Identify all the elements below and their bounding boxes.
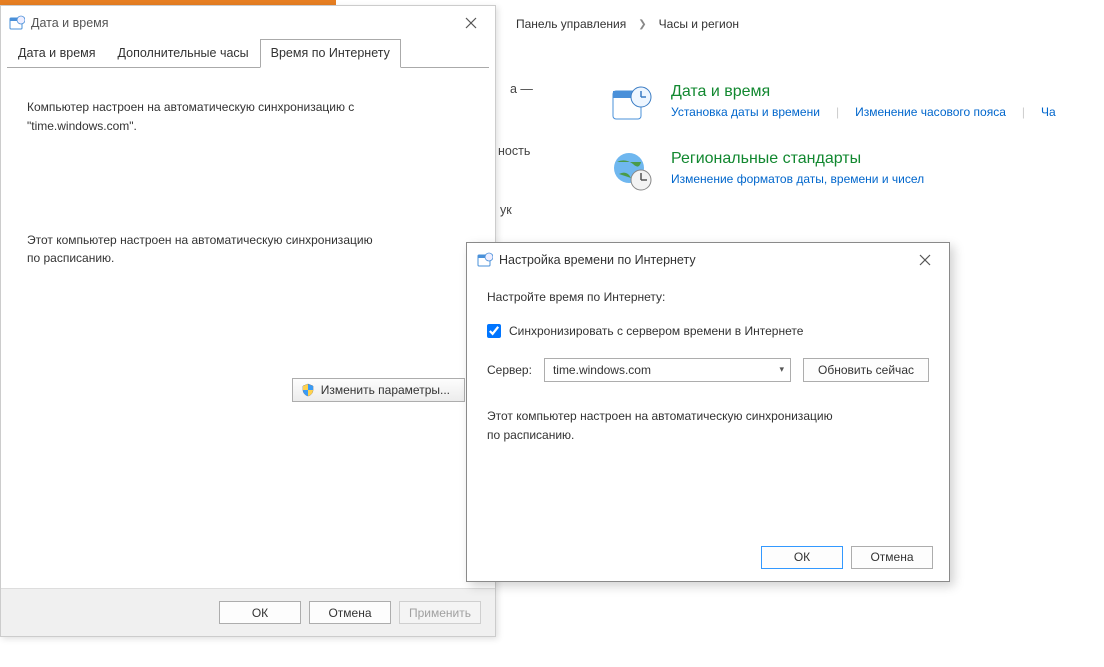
cp-set-datetime-link[interactable]: Установка даты и времени bbox=[671, 105, 820, 119]
tab-datetime[interactable]: Дата и время bbox=[7, 39, 107, 68]
calendar-icon bbox=[477, 252, 493, 268]
tab-row: Дата и время Дополнительные часы Время п… bbox=[1, 39, 495, 68]
cp-truncated-link[interactable]: Ча bbox=[1041, 105, 1056, 119]
titlebar[interactable]: Дата и время bbox=[1, 6, 495, 39]
sync-info-text: Компьютер настроен на автоматическую син… bbox=[27, 98, 469, 136]
change-settings-button[interactable]: Изменить параметры... bbox=[292, 378, 465, 402]
schedule-info-text: Этот компьютер настроен на автоматическу… bbox=[27, 231, 469, 269]
update-now-button[interactable]: Обновить сейчас bbox=[803, 358, 929, 382]
dialog-footer: ОК Отмена Применить bbox=[1, 588, 495, 636]
titlebar[interactable]: Настройка времени по Интернету bbox=[467, 243, 949, 276]
chevron-down-icon: ▾ bbox=[779, 363, 784, 377]
cp-region-formats-link[interactable]: Изменение форматов даты, времени и чисел bbox=[671, 172, 924, 186]
breadcrumb[interactable]: Панель управления ❯ Часы и регион bbox=[496, 0, 1104, 48]
breadcrumb-current[interactable]: Часы и регион bbox=[659, 17, 739, 31]
cancel-button[interactable]: Отмена bbox=[851, 546, 933, 569]
tab-panel-internet-time: Компьютер настроен на автоматическую син… bbox=[7, 67, 489, 594]
shield-icon bbox=[301, 383, 315, 397]
cancel-button[interactable]: Отмена bbox=[309, 601, 391, 624]
close-button[interactable] bbox=[449, 9, 493, 37]
server-combobox[interactable]: time.windows.com ▾ bbox=[544, 358, 791, 382]
cp-datetime-item: Дата и время Установка даты и времени | … bbox=[611, 83, 1104, 125]
breadcrumb-parent[interactable]: Панель управления bbox=[516, 17, 626, 31]
server-value: time.windows.com bbox=[553, 361, 651, 379]
sync-checkbox[interactable] bbox=[487, 324, 501, 338]
sync-checkbox-label: Синхронизировать с сервером времени в Ин… bbox=[509, 322, 803, 340]
datetime-dialog: Дата и время Дата и время Дополнительные… bbox=[0, 5, 496, 637]
peek-text: а — bbox=[510, 82, 533, 96]
close-button[interactable] bbox=[903, 246, 947, 274]
cp-change-tz-link[interactable]: Изменение часового пояса bbox=[855, 105, 1006, 119]
tab-additional-clocks[interactable]: Дополнительные часы bbox=[107, 39, 260, 68]
peek-text: ность bbox=[498, 144, 530, 158]
dialog-footer: ОК Отмена bbox=[467, 533, 949, 581]
cp-datetime-link[interactable]: Дата и время bbox=[671, 83, 1056, 101]
chevron-right-icon: ❯ bbox=[638, 19, 646, 30]
dialog-title: Дата и время bbox=[31, 16, 443, 30]
dialog-title: Настройка времени по Интернету bbox=[499, 253, 897, 267]
server-label: Сервер: bbox=[487, 361, 532, 379]
change-settings-label: Изменить параметры... bbox=[321, 383, 450, 397]
tab-internet-time[interactable]: Время по Интернету bbox=[260, 39, 401, 68]
close-icon bbox=[465, 17, 477, 29]
peek-text: ук bbox=[500, 203, 512, 217]
cp-region-item: Региональные стандарты Изменение формато… bbox=[611, 150, 1104, 192]
apply-button: Применить bbox=[399, 601, 481, 624]
calendar-clock-icon bbox=[611, 83, 653, 125]
internet-time-settings-dialog: Настройка времени по Интернету Настройте… bbox=[466, 242, 950, 582]
calendar-icon bbox=[9, 15, 25, 31]
cp-region-link[interactable]: Региональные стандарты bbox=[671, 150, 924, 168]
ok-button[interactable]: ОК bbox=[761, 546, 843, 569]
ok-button[interactable]: ОК bbox=[219, 601, 301, 624]
globe-clock-icon bbox=[611, 150, 653, 192]
close-icon bbox=[919, 254, 931, 266]
divider: | bbox=[836, 105, 839, 119]
schedule-info-text: Этот компьютер настроен на автоматическу… bbox=[487, 407, 929, 445]
divider: | bbox=[1022, 105, 1025, 119]
lead-text: Настройте время по Интернету: bbox=[487, 288, 929, 306]
